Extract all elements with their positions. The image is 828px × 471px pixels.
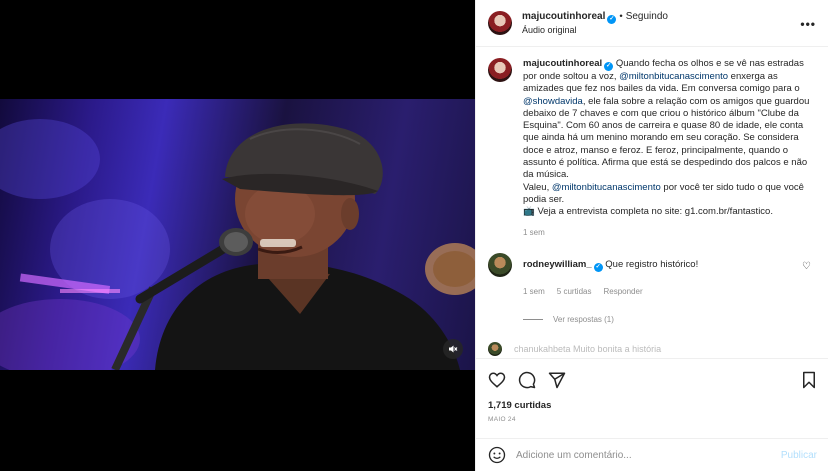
commenter-avatar[interactable] [488, 342, 502, 357]
comment-like-heart-icon[interactable]: ♡ [802, 261, 811, 272]
post-header: majucoutinhoreal ✓ • Seguindo Áudio origina… [476, 0, 828, 47]
comment-timestamp[interactable]: 1 sem [523, 286, 545, 298]
view-replies-label: Ver respostas (1) [553, 315, 614, 325]
reply-button[interactable]: Responder [603, 286, 642, 298]
verified-badge-icon: ✓ [593, 262, 603, 272]
comment-bubble-icon[interactable] [518, 371, 536, 389]
replies-divider [523, 319, 543, 321]
emoji-icon[interactable] [488, 446, 506, 464]
mention-link[interactable]: @miltonbitucanascimento [552, 182, 661, 193]
caption-timestamp[interactable]: 1 sem [523, 227, 813, 239]
commenter-avatar[interactable] [488, 252, 512, 277]
publish-button[interactable]: Publicar [781, 450, 817, 461]
author-info: majucoutinhoreal ✓ • Seguindo Áudio origina… [522, 11, 668, 36]
post-side-panel: majucoutinhoreal ✓ • Seguindo Áudio origina… [475, 0, 828, 471]
caption-part: Valeu, [523, 181, 552, 193]
caption-username[interactable]: majucoutinhoreal [523, 58, 602, 69]
comment-text: Que registro histórico! [605, 258, 699, 270]
mute-toggle-button[interactable] [443, 339, 463, 359]
caption-part: , ele fala sobre a relação com os amigos… [523, 95, 810, 181]
comment-like-count[interactable]: 5 curtidas [557, 286, 592, 298]
mention-link[interactable]: @miltonbitucanascimento [619, 71, 728, 82]
caption-block: majucoutinhoreal ✓ Quando fecha os olhos … [488, 58, 817, 239]
more-options-icon[interactable]: ••• [800, 17, 816, 31]
video-frame[interactable] [0, 99, 475, 370]
comments-list[interactable]: majucoutinhoreal ✓ Quando fecha os olhos … [476, 48, 828, 358]
partial-comment-text: chanukahbeta Muito bonita a história [514, 344, 662, 355]
author-avatar[interactable] [488, 11, 512, 35]
comment-item: rodneywilliam_ ✓ Que registro histórico! … [488, 252, 817, 298]
action-icons-row [488, 369, 817, 391]
view-replies-button[interactable]: Ver respostas (1) [523, 315, 817, 324]
author-username[interactable]: majucoutinhoreal [522, 11, 605, 22]
comment-body: rodneywilliam_ ✓ Que registro histórico! … [523, 253, 813, 298]
verified-badge-icon: ✓ [604, 62, 614, 71]
post-actions: 1,719 curtidas MAIO 24 [476, 358, 828, 438]
following-button[interactable]: Seguindo [626, 11, 668, 22]
comment-meta: 1 sem 5 curtidas Responder [523, 286, 813, 298]
post-date[interactable]: MAIO 24 [488, 416, 817, 423]
verified-badge-icon: ✓ [607, 14, 617, 24]
audio-label[interactable]: Áudio original [522, 24, 668, 36]
like-count[interactable]: 1,719 curtidas [488, 400, 817, 411]
comment-composer: Publicar [476, 438, 828, 471]
caption-author-avatar[interactable] [488, 58, 512, 82]
comment-input[interactable] [516, 449, 781, 461]
heart-icon[interactable] [488, 371, 506, 389]
bookmark-icon[interactable] [801, 371, 817, 389]
post-media[interactable] [0, 0, 475, 471]
caption-part: 📺 Veja a entrevista completa no site: g1… [523, 206, 773, 218]
paper-plane-icon[interactable] [548, 371, 566, 389]
caption-text: majucoutinhoreal ✓ Quando fecha os olhos … [523, 58, 813, 239]
partial-comment-item: chanukahbeta Muito bonita a história [488, 342, 817, 357]
video-scene-illustration [0, 119, 475, 370]
mention-link[interactable]: @showdavida [523, 96, 583, 107]
separator-dot: • [619, 10, 623, 22]
comment-username[interactable]: rodneywilliam_ [523, 259, 592, 270]
muted-speaker-icon [449, 345, 458, 353]
